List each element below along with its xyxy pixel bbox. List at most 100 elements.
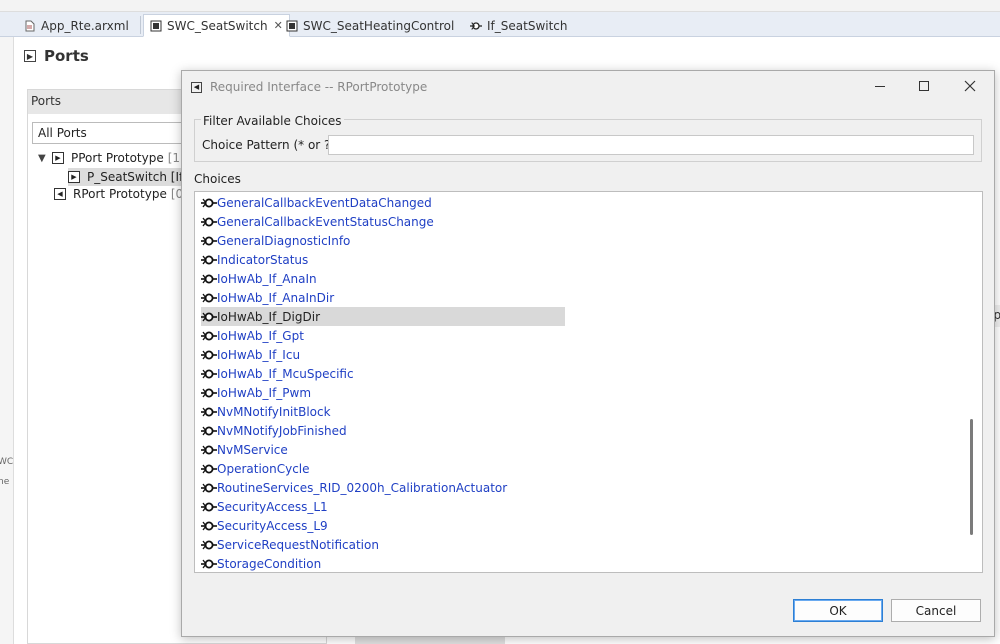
choice-item[interactable]: IoHwAb_If_AnaIn [201, 269, 565, 288]
interface-icon [201, 309, 217, 325]
choice-item-label: IoHwAb_If_AnaIn [217, 271, 317, 286]
choice-item[interactable]: IoHwAb_If_Icu [201, 345, 565, 364]
choice-item[interactable]: IoHwAb_If_Gpt [201, 326, 565, 345]
interface-icon [201, 442, 217, 458]
choice-item-label: GeneralCallbackEventStatusChange [217, 214, 434, 229]
bottom-toolbar [355, 636, 505, 644]
choice-item-label: OperationCycle [217, 461, 310, 476]
choice-item[interactable]: StorageCondition [201, 554, 565, 572]
choice-item[interactable]: SecurityAccess_L9 [201, 516, 565, 535]
choice-item[interactable]: NvMService [201, 440, 565, 459]
rport-icon: ◀ [191, 81, 202, 93]
tree-item-rport[interactable]: ◀ RPort Prototype [0] [54, 187, 188, 201]
tab-swc-seatswitch[interactable]: SWC_SeatSwitch ✕ [143, 14, 290, 37]
interface-icon [201, 480, 217, 496]
tab-label: SWC_SeatSwitch [167, 18, 268, 33]
interface-icon [201, 518, 217, 534]
interface-icon [201, 271, 217, 287]
cancel-button[interactable]: Cancel [891, 599, 981, 622]
choice-item[interactable]: IndicatorStatus [201, 250, 565, 269]
interface-icon [201, 366, 217, 382]
interface-icon [201, 252, 217, 268]
menu-strip [0, 0, 1000, 12]
required-interface-dialog: ◀ Required Interface -- RPortPrototype F… [181, 70, 995, 637]
tree-item-label: PPort Prototype [71, 151, 164, 165]
choice-item[interactable]: ServiceRequestNotification [201, 535, 565, 554]
file-icon [24, 20, 36, 32]
close-icon[interactable] [948, 71, 992, 101]
rport-icon: ◀ [54, 188, 66, 200]
choice-item-label: RoutineServices_RID_0200h_CalibrationAct… [217, 480, 508, 495]
choice-item[interactable]: IoHwAb_If_McuSpecific [201, 364, 565, 383]
interface-icon [201, 233, 217, 249]
tree-item-pport[interactable]: ▼ ▶ PPort Prototype [1] [38, 151, 185, 165]
minimize-icon[interactable] [858, 71, 902, 101]
interface-icon [201, 423, 217, 439]
maximize-icon[interactable] [902, 71, 946, 101]
left-fragment: WC [0, 457, 14, 467]
tree-item-p-seatswitch[interactable]: ▶ P_SeatSwitch [If_ [68, 168, 196, 186]
choices-label: Choices [194, 172, 241, 186]
choice-item-label: NvMNotifyInitBlock [217, 404, 331, 419]
choice-item[interactable]: GeneralCallbackEventStatusChange [201, 212, 565, 231]
choice-item-label: IndicatorStatus [217, 252, 309, 267]
choice-item-label: GeneralDiagnosticInfo [217, 233, 351, 248]
choice-item[interactable]: OperationCycle [201, 459, 565, 478]
interface-icon [201, 328, 217, 344]
interface-icon [201, 556, 217, 572]
choice-item-label: IoHwAb_If_DigDir [217, 309, 321, 324]
choice-item[interactable]: IoHwAb_If_Pwm [201, 383, 565, 402]
pport-icon: ▶ [52, 152, 64, 164]
interface-icon [201, 499, 217, 515]
interface-icon [470, 20, 482, 32]
choice-item-label: IoHwAb_If_AnaInDir [217, 290, 335, 305]
interface-icon [201, 195, 217, 211]
tab-label: SWC_SeatHeatingControl [303, 18, 455, 33]
choice-item[interactable]: SecurityAccess_L1 [201, 497, 565, 516]
tree-item-label: P_SeatSwitch [If_ [87, 170, 190, 184]
choice-item[interactable]: GeneralCallbackEventDataChanged [201, 193, 565, 212]
choice-item-label: IoHwAb_If_McuSpecific [217, 366, 354, 381]
choice-item[interactable]: IoHwAb_If_DigDir [201, 307, 565, 326]
pport-icon: ▶ [68, 171, 80, 183]
interface-icon [201, 214, 217, 230]
interface-icon [201, 461, 217, 477]
chevron-down-icon[interactable]: ▼ [38, 153, 48, 164]
choice-item-label: GeneralCallbackEventDataChanged [217, 195, 432, 210]
port-filter-select[interactable]: All Ports [32, 122, 202, 144]
choice-item-label: SecurityAccess_L9 [217, 518, 328, 533]
tab-if-seatswitch[interactable]: If_SeatSwitch [464, 14, 574, 37]
filter-group-label: Filter Available Choices [201, 114, 344, 128]
scrollbar-thumb[interactable] [970, 419, 973, 535]
collapse-icon[interactable]: ▶ [24, 50, 36, 62]
interface-icon [201, 385, 217, 401]
interface-icon [201, 347, 217, 363]
choice-item[interactable]: NvMNotifyJobFinished [201, 421, 565, 440]
tab-label: App_Rte.arxml [41, 18, 129, 33]
choice-item-label: NvMNotifyJobFinished [217, 423, 347, 438]
tab-app-rte[interactable]: App_Rte.arxml [18, 14, 135, 37]
choice-item-label: IoHwAb_If_Pwm [217, 385, 312, 400]
component-icon [150, 20, 162, 32]
choice-pattern-input[interactable] [328, 135, 974, 155]
left-fragment: ne [0, 477, 10, 487]
choice-item[interactable]: NvMNotifyInitBlock [201, 402, 565, 421]
ok-button[interactable]: OK [793, 599, 883, 622]
left-edge: WC ne [0, 37, 14, 644]
choice-item[interactable]: GeneralDiagnosticInfo [201, 231, 565, 250]
interface-icon [201, 404, 217, 420]
choice-item-label: ServiceRequestNotification [217, 537, 379, 552]
choice-item-label: IoHwAb_If_Icu [217, 347, 301, 362]
page-title: ▶ Ports [24, 47, 89, 65]
interface-icon [201, 537, 217, 553]
tab-label: If_SeatSwitch [487, 18, 568, 33]
choice-item[interactable]: RoutineServices_RID_0200h_CalibrationAct… [201, 478, 565, 497]
choice-pattern-label: Choice Pattern (* or ?) [202, 138, 336, 152]
choices-list[interactable]: StorageCondition ServiceRequestNotificati… [194, 191, 983, 573]
editor-tab-bar: App_Rte.arxml SWC_SeatSwitch ✕ SWC_SeatH… [0, 12, 1000, 37]
page-title-label: Ports [44, 47, 89, 65]
tab-swc-seatheatingcontrol[interactable]: SWC_SeatHeatingControl [280, 14, 460, 37]
choice-item[interactable]: IoHwAb_If_AnaInDir [201, 288, 565, 307]
tree-item-label: RPort Prototype [73, 187, 167, 201]
choice-item-label: NvMService [217, 442, 288, 457]
